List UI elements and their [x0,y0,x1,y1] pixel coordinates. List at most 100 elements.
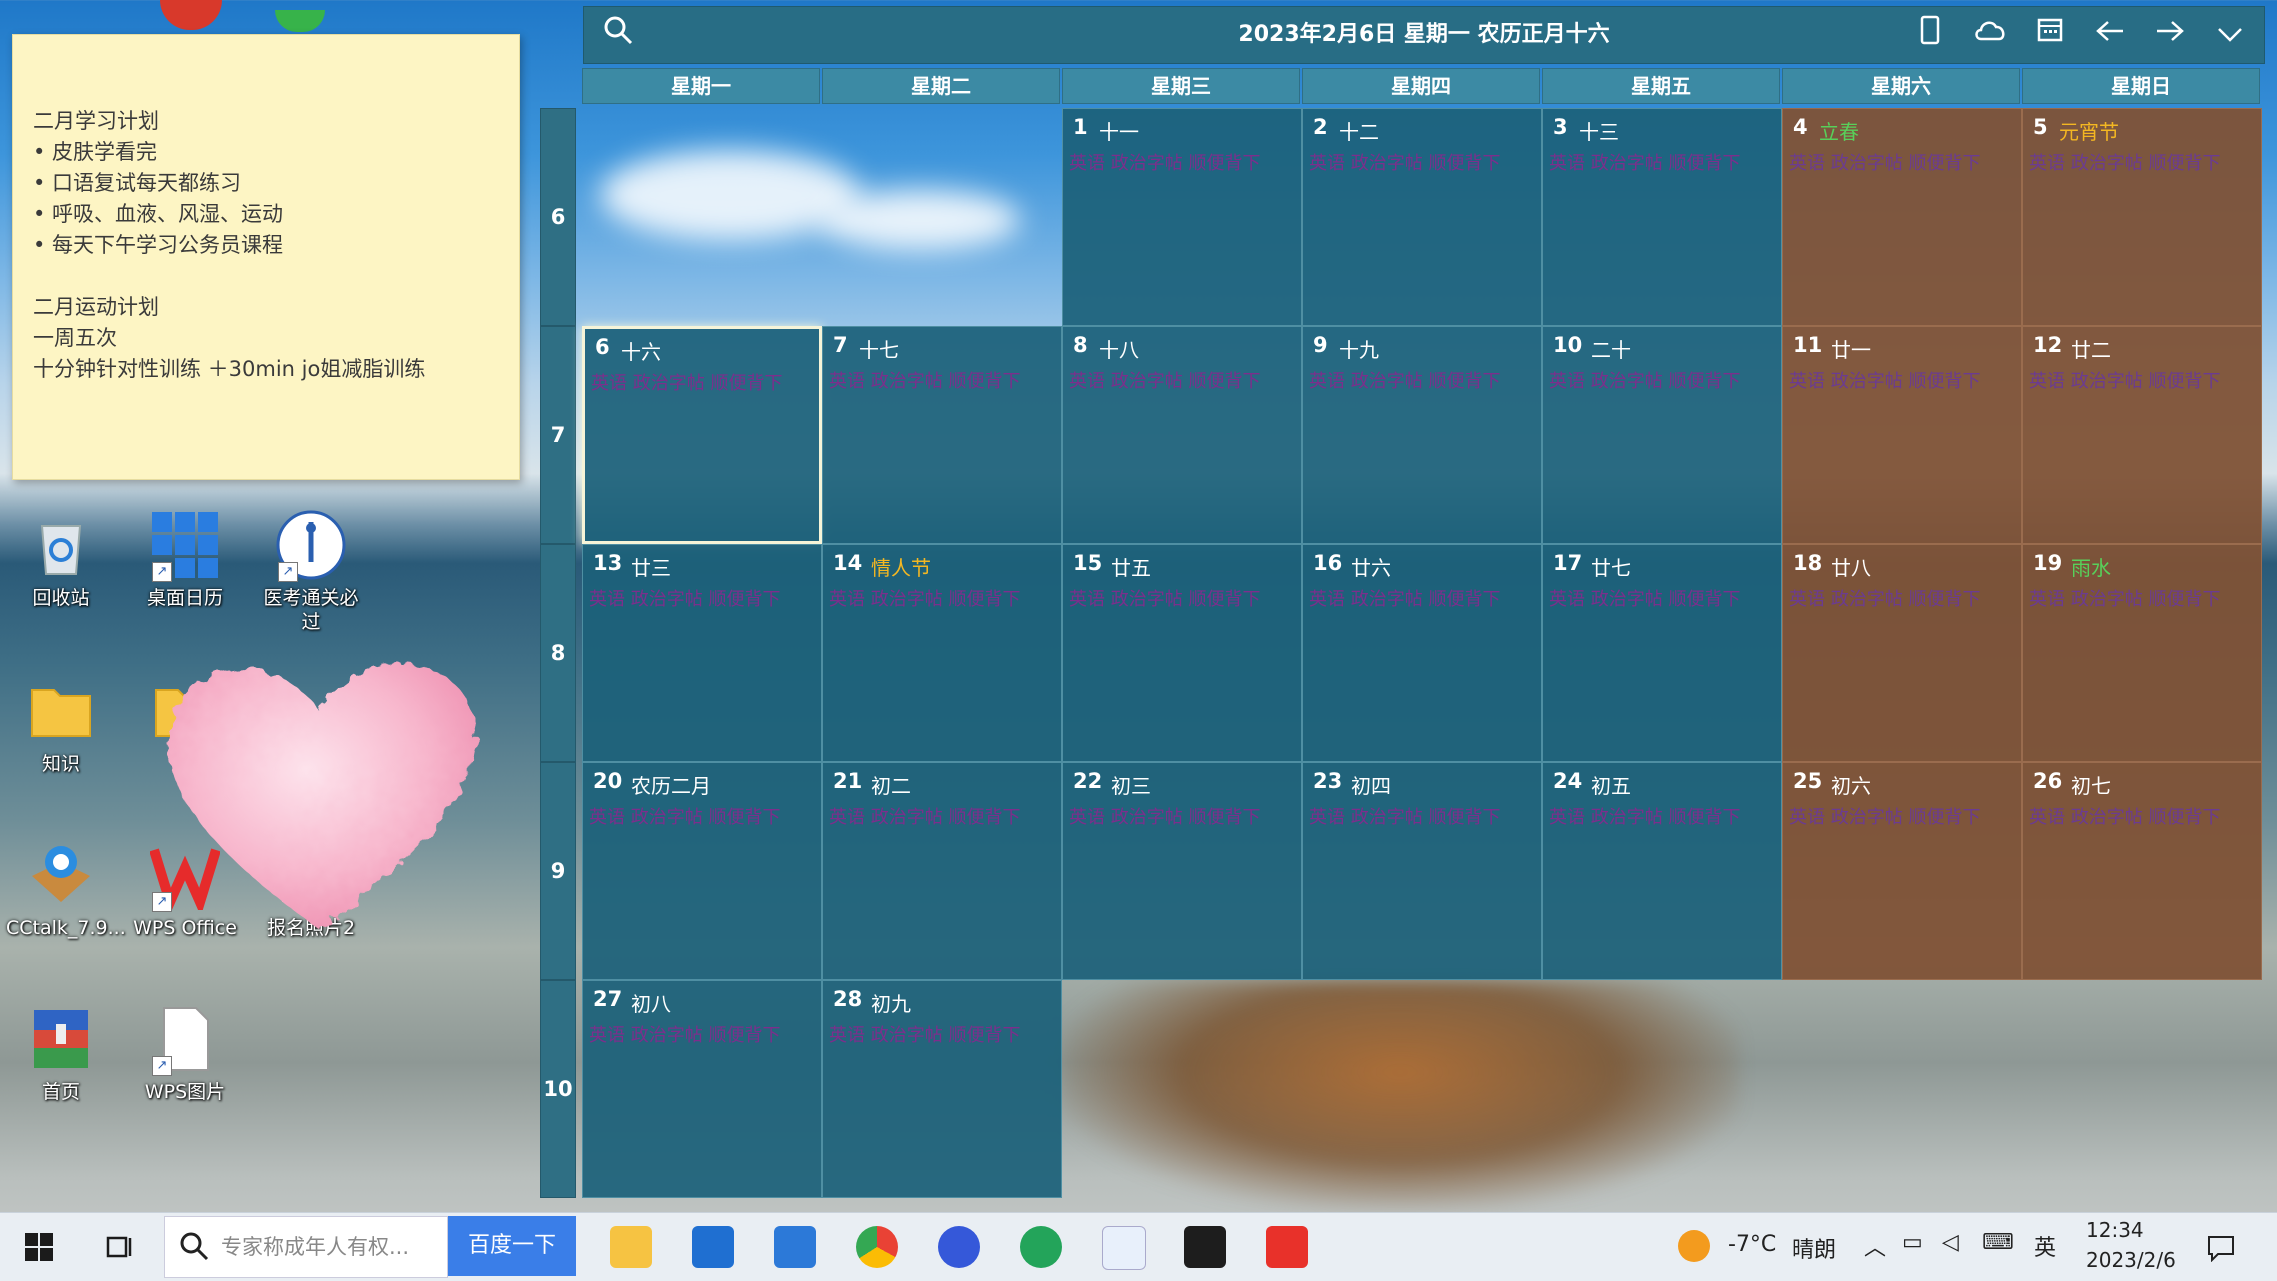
day-task[interactable]: 英语 政治字帖 顺便背下 [2029,149,2220,175]
day-task[interactable]: 英语 政治字帖 顺便背下 [829,1021,1020,1047]
day-cell[interactable]: 14 情人节 英语 政治字帖 顺便背下 [822,544,1062,762]
day-task[interactable]: 英语 政治字帖 顺便背下 [829,367,1020,393]
baidu-search-button[interactable]: 百度一下 [448,1216,576,1276]
lunar-date: 元宵节 [2059,120,2119,144]
day-task[interactable]: 英语 政治字帖 顺便背下 [1069,585,1260,611]
desktop-icon[interactable]: CCtalk_7.9... [6,840,126,940]
day-cell[interactable]: 28 初九 英语 政治字帖 顺便背下 [822,980,1062,1198]
baidu-netdisk-icon[interactable] [1102,1226,1146,1270]
sticky-note[interactable]: 二月学习计划 • 皮肤学看完 • 口语复试每天都练习 • 呼吸、血液、风湿、运动 • 每… [12,34,520,480]
day-cell[interactable]: 3 十三 英语 政治字帖 顺便背下 [1542,108,1782,326]
day-task[interactable]: 英语 政治字帖 顺便背下 [589,803,780,829]
day-task[interactable]: 英语 政治字帖 顺便背下 [1309,585,1500,611]
day-number: 17 [1553,551,1583,575]
day-task[interactable]: 英语 政治字帖 顺便背下 [1789,367,1980,393]
phone-icon[interactable] [1910,15,1950,55]
mail-icon[interactable] [774,1226,816,1268]
day-cell[interactable]: 24 初五 英语 政治字帖 顺便背下 [1542,762,1782,980]
day-task[interactable]: 英语 政治字帖 顺便背下 [1069,367,1260,393]
day-cell[interactable]: 26 初七 英语 政治字帖 顺便背下 [2022,762,2262,980]
calendar-icon[interactable] [2030,15,2070,55]
day-cell[interactable]: 18 廿八 英语 政治字帖 顺便背下 [1782,544,2022,762]
day-task[interactable]: 英语 政治字帖 顺便背下 [1549,149,1740,175]
desktop-icon[interactable]: ↗ 桌面日历 [130,510,240,610]
desktop-icon[interactable]: 回收站 [6,510,116,610]
taskbar-search-input[interactable]: 专家称成年人有权... [164,1216,448,1278]
day-cell[interactable]: 21 初二 英语 政治字帖 顺便背下 [822,762,1062,980]
day-task[interactable]: 英语 政治字帖 顺便背下 [829,585,1020,611]
day-cell[interactable]: 5 元宵节 英语 政治字帖 顺便背下 [2022,108,2262,326]
day-cell[interactable]: 15 廿五 英语 政治字帖 顺便背下 [1062,544,1302,762]
day-task[interactable]: 英语 政治字帖 顺便背下 [1549,585,1740,611]
cloud-sync-icon[interactable] [1970,15,2010,55]
chrome-icon[interactable] [856,1226,898,1268]
day-cell[interactable]: 4 立春 英语 政治字帖 顺便背下 [1782,108,2022,326]
day-cell[interactable]: 16 廿六 英语 政治字帖 顺便背下 [1302,544,1542,762]
chevron-up-icon[interactable]: ︿ [1864,1230,1886,1262]
file-explorer-icon[interactable] [610,1226,652,1268]
green-app-icon[interactable] [1020,1226,1062,1268]
clock-date[interactable]: 2023/2/6 [2086,1248,2176,1272]
clock-time[interactable]: 12:34 [2086,1218,2144,1242]
arrow-left-icon[interactable] [2090,15,2130,55]
day-cell[interactable]: 13 廿三 英语 政治字帖 顺便背下 [582,544,822,762]
day-task[interactable]: 英语 政治字帖 顺便背下 [1549,803,1740,829]
day-cell[interactable]: 6 十六 英语 政治字帖 顺便背下 [582,326,822,544]
task-view-icon[interactable] [104,1232,134,1266]
day-task[interactable]: 英语 政治字帖 顺便背下 [1789,803,1980,829]
day-task[interactable]: 英语 政治字帖 顺便背下 [2029,367,2220,393]
day-cell[interactable]: 25 初六 英语 政治字帖 顺便背下 [1782,762,2022,980]
network-icon[interactable]: ▭ [1902,1230,1923,1255]
microsoft-store-icon[interactable] [692,1226,734,1268]
desktop-icon[interactable]: 知识 [6,676,116,776]
speaker-icon[interactable]: ◁ [1942,1230,1959,1255]
day-cell[interactable]: 27 初八 英语 政治字帖 顺便背下 [582,980,822,1198]
day-cell[interactable]: 17 廿七 英语 政治字帖 顺便背下 [1542,544,1782,762]
weather-sun-icon[interactable] [1678,1230,1710,1262]
chevron-down-icon[interactable] [2210,15,2250,55]
day-cell[interactable]: 20 农历二月 英语 政治字帖 顺便背下 [582,762,822,980]
day-task[interactable]: 英语 政治字帖 顺便背下 [2029,803,2220,829]
weather-desc[interactable]: 晴朗 [1792,1232,1836,1264]
wps-taskbar-icon[interactable] [1266,1226,1308,1268]
arrow-right-icon[interactable] [2150,15,2190,55]
sticky-notes-icon[interactable] [1184,1226,1226,1268]
day-cell[interactable]: 9 十九 英语 政治字帖 顺便背下 [1302,326,1542,544]
day-task[interactable]: 英语 政治字帖 顺便背下 [591,369,782,395]
day-cell[interactable]: 7 十七 英语 政治字帖 顺便背下 [822,326,1062,544]
day-task[interactable]: 英语 政治字帖 顺便背下 [1549,367,1740,393]
day-cell[interactable]: 1 十一 英语 政治字帖 顺便背下 [1062,108,1302,326]
desktop-icon[interactable]: ↗ WPS图片 [130,1004,240,1104]
windows-start-icon[interactable] [24,1232,54,1266]
day-number: 13 [593,551,623,575]
day-task[interactable]: 英语 政治字帖 顺便背下 [1069,149,1260,175]
day-task[interactable]: 英语 政治字帖 顺便背下 [1789,585,1980,611]
keyboard-icon[interactable]: ⌨ [1982,1230,2014,1255]
app-icon-red[interactable] [160,0,222,30]
day-task[interactable]: 英语 政治字帖 顺便背下 [1309,803,1500,829]
desktop-icon[interactable]: 首页 [6,1004,116,1104]
day-task[interactable]: 英语 政治字帖 顺便背下 [1069,803,1260,829]
day-cell[interactable]: 22 初三 英语 政治字帖 顺便背下 [1062,762,1302,980]
notification-icon[interactable] [2206,1234,2236,1266]
day-cell[interactable]: 10 二十 英语 政治字帖 顺便背下 [1542,326,1782,544]
desktop-icon[interactable]: ↗ 医考通关必过 [256,510,366,634]
weather-temp[interactable]: -7°C [1728,1232,1776,1257]
day-task[interactable]: 英语 政治字帖 顺便背下 [589,585,780,611]
day-task[interactable]: 英语 政治字帖 顺便背下 [1309,367,1500,393]
app-icon-green[interactable] [275,10,325,32]
day-task[interactable]: 英语 政治字帖 顺便背下 [1309,149,1500,175]
browser-icon[interactable] [938,1226,980,1268]
day-cell[interactable]: 23 初四 英语 政治字帖 顺便背下 [1302,762,1542,980]
day-cell[interactable]: 2 十二 英语 政治字帖 顺便背下 [1302,108,1542,326]
day-cell[interactable]: 8 十八 英语 政治字帖 顺便背下 [1062,326,1302,544]
day-task[interactable]: 英语 政治字帖 顺便背下 [589,1021,780,1047]
day-cell[interactable]: 12 廿二 英语 政治字帖 顺便背下 [2022,326,2262,544]
day-task[interactable]: 英语 政治字帖 顺便背下 [2029,585,2220,611]
day-cell[interactable]: 19 雨水 英语 政治字帖 顺便背下 [2022,544,2262,762]
day-task[interactable]: 英语 政治字帖 顺便背下 [1789,149,1980,175]
day-task[interactable]: 英语 政治字帖 顺便背下 [829,803,1020,829]
ime-indicator[interactable]: 英 [2034,1230,2056,1262]
day-cell[interactable]: 11 廿一 英语 政治字帖 顺便背下 [1782,326,2022,544]
day-number: 18 [1793,551,1823,575]
